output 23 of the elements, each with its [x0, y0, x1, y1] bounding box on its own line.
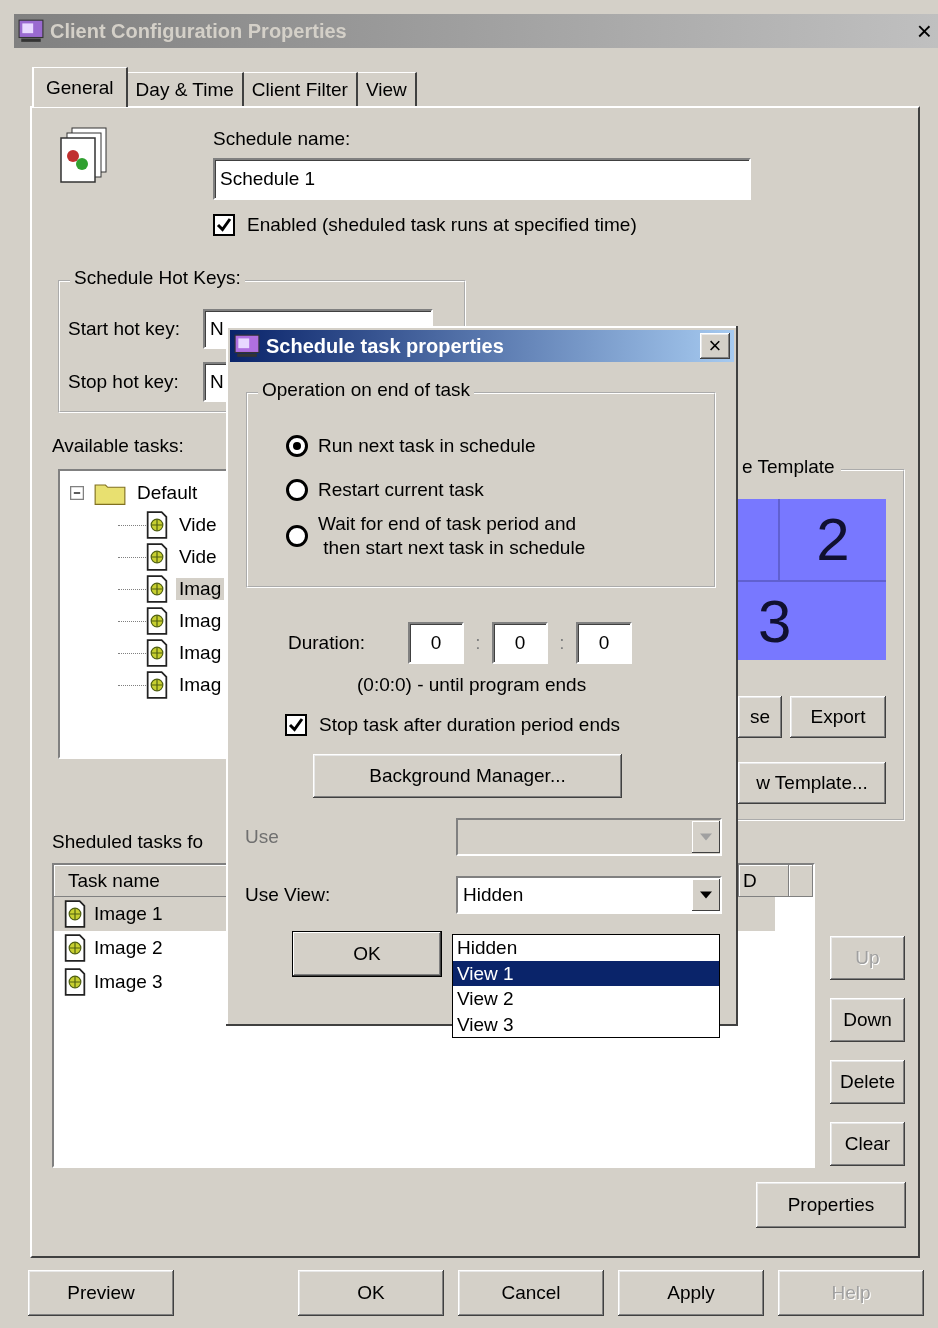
hint-text: (0:0:0) - until program ends: [357, 673, 588, 697]
checkbox-label: Enabled (sheduled task runs at specified time): [247, 213, 637, 237]
field-label: Schedule name:: [213, 127, 352, 151]
separator-text: :: [558, 632, 566, 654]
radio-label: Run next task in schedule: [318, 434, 536, 458]
separator-text: :: [474, 632, 482, 654]
radio-label: Wait for end of task period and then start next task in schedule: [318, 512, 586, 560]
view-number: 3: [738, 582, 886, 660]
field-label: Duration:: [288, 631, 367, 655]
dialog-title: Schedule task properties: [266, 334, 505, 358]
section-label: Sheduled tasks fo: [52, 830, 204, 854]
task-name: Image 2: [94, 936, 163, 960]
view-number: 2: [778, 499, 886, 582]
field-label: Use View:: [245, 883, 332, 907]
radio-label: Restart current task: [318, 478, 484, 502]
field-label: Stop hot key:: [68, 369, 180, 394]
field-label: Use: [245, 825, 280, 849]
window-title: Client Configuration Properties: [50, 19, 348, 43]
field-label: Start hot key:: [68, 316, 181, 341]
task-name: Image 3: [94, 970, 163, 994]
checkbox-label: Stop task after duration period ends: [319, 713, 621, 737]
section-label: Available tasks:: [52, 434, 184, 458]
task-name: Image 1: [94, 902, 163, 926]
